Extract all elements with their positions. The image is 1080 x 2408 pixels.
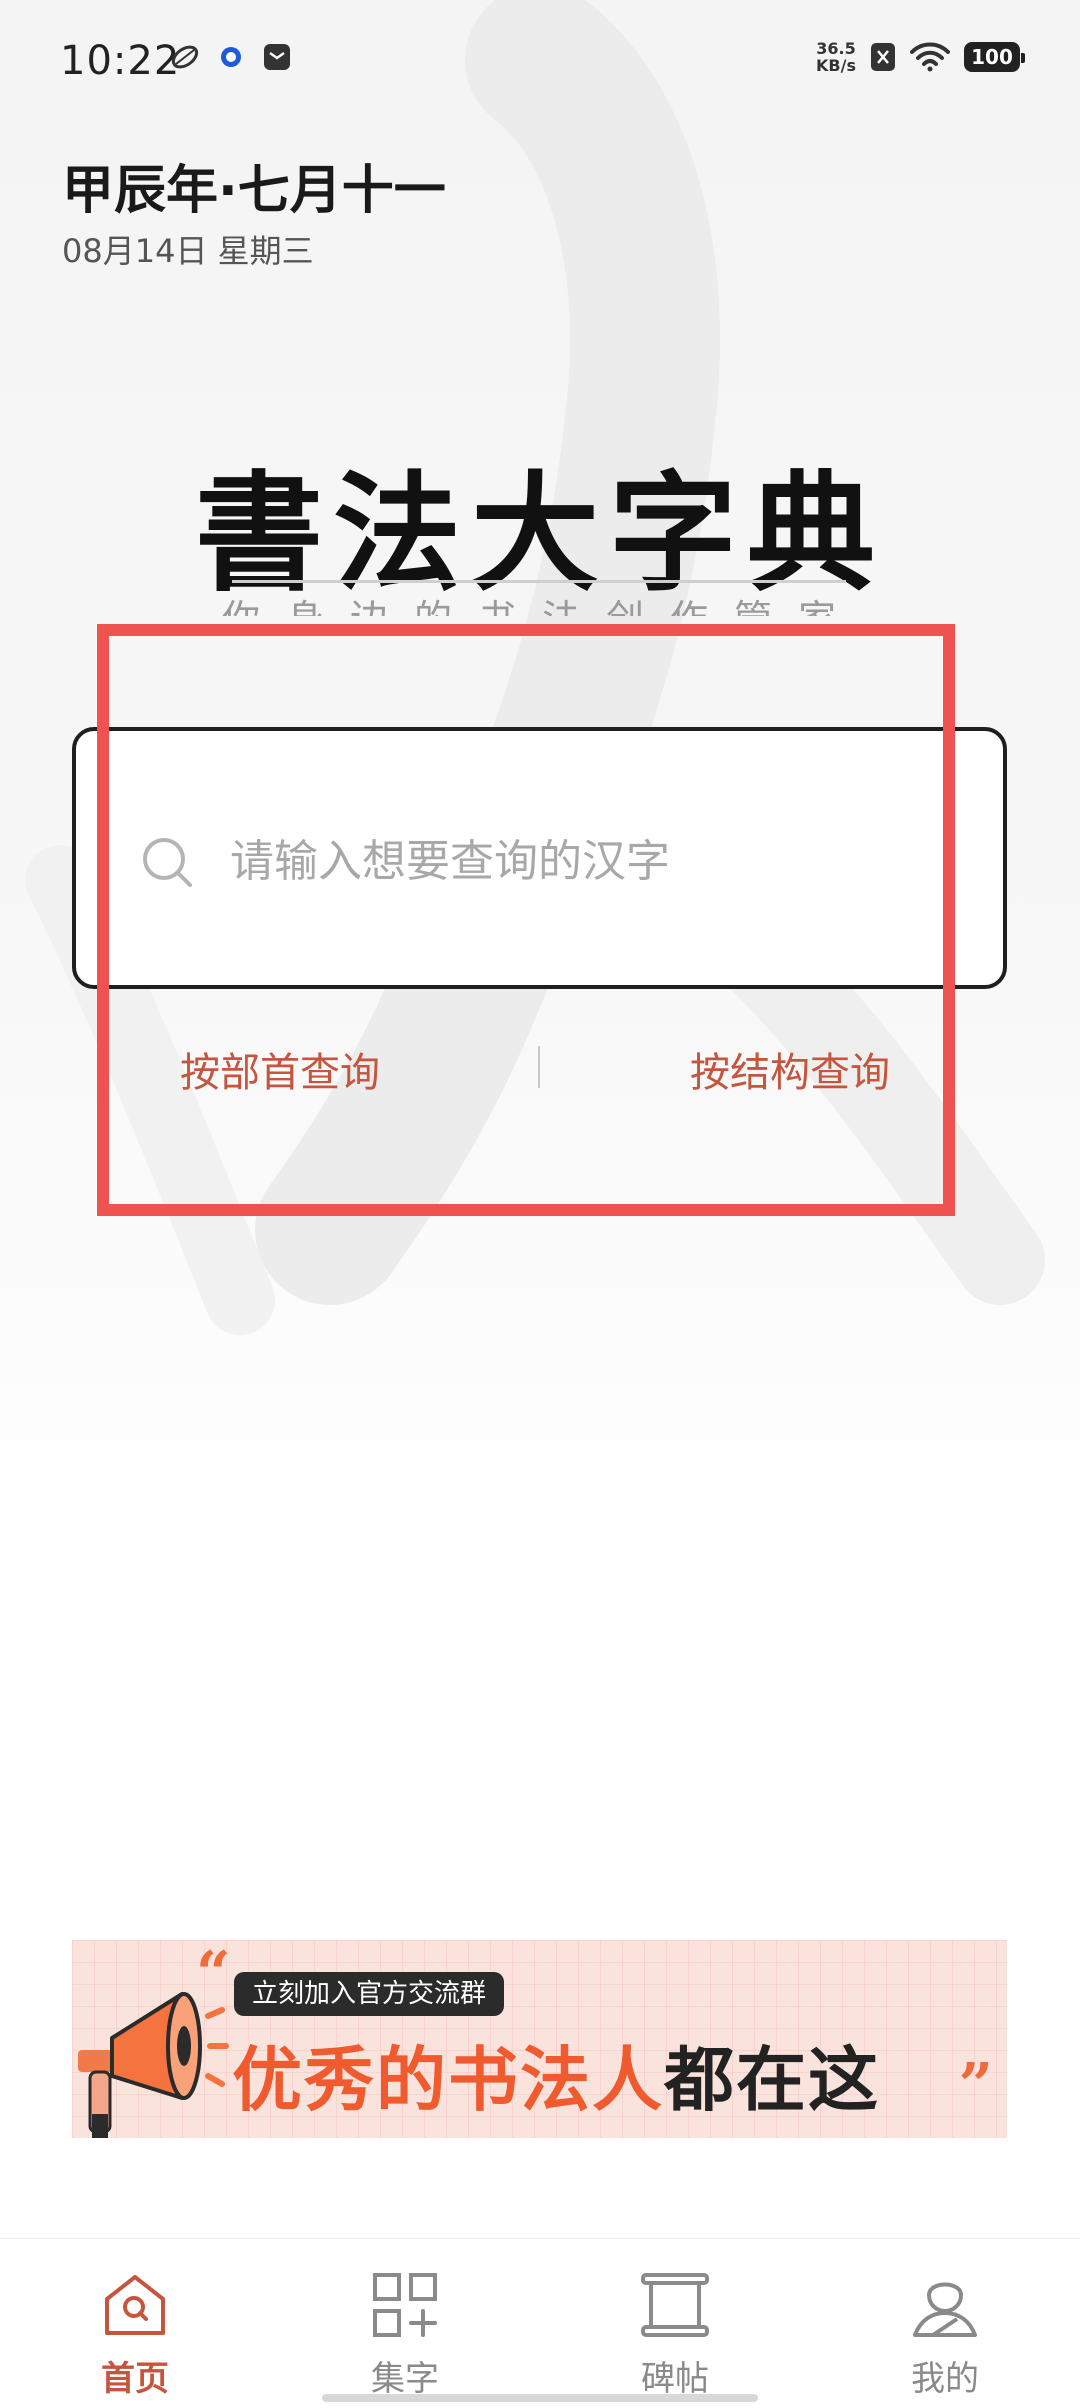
banner-quote-open: “ xyxy=(196,1940,231,2009)
solar-date: 08月14日 星期三 xyxy=(62,232,314,270)
lunar-date: 甲辰年·七月十一 xyxy=(62,161,446,221)
status-right-icons: 36.5 KB/s 100 xyxy=(816,40,1025,74)
nav-label-home: 首页 xyxy=(101,2359,169,2399)
leaf-app-icon xyxy=(171,45,199,69)
grid-plus-icon xyxy=(373,2273,437,2337)
blue-ring-icon xyxy=(221,47,241,67)
banner-tag: 立刻加入官方交流群 xyxy=(234,1972,505,2016)
nav-label-mine: 我的 xyxy=(911,2359,979,2399)
nav-label-rubbings: 碑帖 xyxy=(641,2359,709,2399)
nav-item-mine[interactable]: 我的 xyxy=(845,2269,1045,2399)
bottom-nav: 首页 集字 碑帖 我的 xyxy=(0,2238,1080,2408)
logo-divider xyxy=(232,580,846,583)
banner-quote-close: ” xyxy=(958,2051,993,2121)
home-icon xyxy=(105,2275,165,2335)
home-indicator[interactable] xyxy=(322,2394,758,2402)
wifi-icon xyxy=(910,42,950,72)
nav-item-home[interactable]: 首页 xyxy=(35,2269,235,2399)
nav-item-rubbings[interactable]: 碑帖 xyxy=(575,2269,775,2399)
status-bar: 10:22 36.5 KB/s 100 xyxy=(0,0,1080,120)
status-left-icons xyxy=(170,42,292,72)
logo-subtitle: 你身边的书法创作管家 xyxy=(222,588,862,616)
no-sim-icon xyxy=(871,43,895,71)
net-speed-value: 36.5 xyxy=(816,39,856,58)
community-banner[interactable]: “ 立刻加入官方交流群 优秀的书法人都在这里！ ” xyxy=(72,1940,1007,2138)
message-icon xyxy=(264,44,290,70)
profile-icon xyxy=(913,2282,977,2337)
status-time: 10:22 xyxy=(60,38,181,84)
logo-subtitle-clip: 你身边的书法创作管家 xyxy=(222,588,862,616)
net-speed-unit: KB/s xyxy=(816,56,856,75)
scroll-icon xyxy=(641,2273,709,2337)
nav-label-collect: 集字 xyxy=(371,2359,439,2399)
battery-icon: 100 xyxy=(964,42,1025,72)
banner-headline: 优秀的书法人都在这里！ xyxy=(232,2024,1007,2138)
net-speed: 36.5 KB/s xyxy=(816,40,856,74)
battery-level: 100 xyxy=(971,45,1013,69)
banner-headline-highlight: 优秀的书法人 xyxy=(232,2039,664,2121)
highlight-box xyxy=(97,624,955,1216)
nav-item-collect[interactable]: 集字 xyxy=(305,2269,505,2399)
